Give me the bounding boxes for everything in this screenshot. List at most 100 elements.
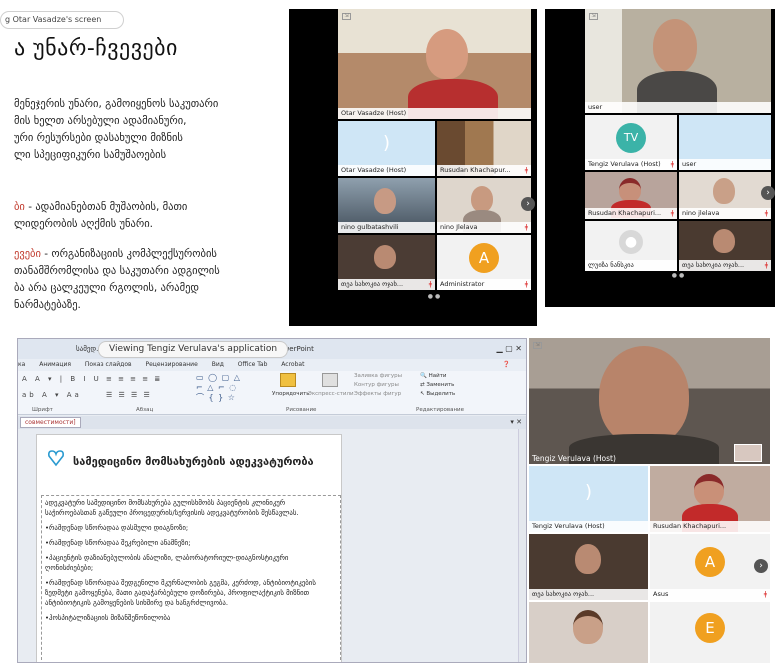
tile-name: თეა სახოკია ოჯახ... <box>529 589 648 600</box>
video-tile[interactable]: nino Jlelava ǂ <box>437 178 531 233</box>
person-head <box>619 178 641 202</box>
viewing-application-banner[interactable]: Viewing Tengiz Verulava's application <box>98 341 289 358</box>
ribbon-group-label: Редактирование <box>416 407 464 413</box>
mic-muted-icon: ǂ <box>524 166 528 174</box>
slide-title: ა უნარ-ჩვევები <box>14 36 178 61</box>
audio-tile[interactable]: user <box>679 115 771 170</box>
document-tab[interactable]: совместимости] <box>20 417 81 428</box>
person-head <box>573 610 603 644</box>
video-tile-main[interactable]: ⇲ Otar Vasadze (Host) <box>338 9 531 119</box>
video-tile[interactable]: Rusudan Khachapuri... ǂ <box>585 172 677 219</box>
tile-name: Rusudan Khachapuri... <box>650 521 770 532</box>
quick-styles-icon[interactable] <box>322 373 338 387</box>
ribbon-tab[interactable]: Показ слайдов <box>85 361 132 368</box>
slide-line: ბა არა ცალკეული რგოლის, არამედ <box>14 282 200 294</box>
next-page-arrow-icon[interactable]: › <box>761 186 775 200</box>
slide-paragraph-3: ევები - ორგანიზაციის კომპლექსურობის თანა… <box>14 246 220 314</box>
video-tile[interactable]: თეა სახოკია ოჯახ... ǂ <box>338 235 435 290</box>
avatar-tile[interactable]: A Administrator ǂ <box>437 235 531 290</box>
close-icon[interactable]: ▾ ✕ <box>510 416 522 429</box>
ribbon-tab[interactable]: ка <box>18 361 25 368</box>
participants-panel-a: ⇲ Otar Vasadze (Host) ) Otar Vasadze (Ho… <box>289 9 537 326</box>
font-tools[interactable]: A A ▾ | B I U <box>22 375 102 383</box>
audio-tile[interactable]: ) Tengiz Verulava (Host) <box>529 466 648 532</box>
font-format-tools[interactable]: ab A ▾ Aa <box>22 391 82 399</box>
replace-label: Заменить <box>426 382 455 388</box>
person-head <box>471 186 493 212</box>
select-label: Выделить <box>426 391 456 397</box>
person-head <box>599 346 689 446</box>
select-button[interactable]: ↖ Выделить <box>420 391 455 397</box>
replace-button[interactable]: ⇄ Заменить <box>420 382 454 388</box>
paragraph-align-tools[interactable]: ☰ ☰ ☰ ☰ <box>106 391 152 399</box>
vertical-scrollbar[interactable] <box>518 429 526 662</box>
shape-fill-button[interactable]: Заливка фигуры <box>354 373 402 379</box>
arrange-icon[interactable] <box>280 373 296 387</box>
tile-name: თეა სახოკია ოჯახ... <box>338 279 435 290</box>
slide-paragraph-2: ბი - ადამიანებთან მუშაობის, მათი ლიდერობ… <box>14 199 187 233</box>
shared-slide: ა უნარ-ჩვევები მენეჯერის უნარი, გამოიყენ… <box>0 0 288 330</box>
shape-outline-button[interactable]: Контур фигуры <box>354 382 399 388</box>
find-button[interactable]: 🔍 Найти <box>420 373 446 379</box>
tile-name: Rusudan Khachapuri... <box>585 208 677 219</box>
ribbon-tab[interactable]: Acrobat <box>281 361 304 368</box>
ribbon-tab[interactable]: Рецензирование <box>145 361 197 368</box>
slide-line: თანამშრომლისა და საკუთარი ადგილის <box>14 265 220 277</box>
slide-heading: სამედიცინო მომსახურების ადეკვატურობა <box>73 455 314 468</box>
avatar-tile[interactable]: TV Tengiz Verulava (Host) ǂ <box>585 115 677 170</box>
audio-tile[interactable]: ) Otar Vasadze (Host) <box>338 121 435 176</box>
paragraph-tools[interactable]: ≡ ≡ ≡ ≡ ≣ <box>106 375 162 383</box>
video-tile[interactable] <box>529 602 648 663</box>
ribbon-group-label: Шрифт <box>32 407 53 413</box>
tile-name: nino Jlelava <box>437 222 531 233</box>
tile-name: user <box>679 159 771 170</box>
mic-muted-icon: ǂ <box>670 209 674 217</box>
video-tile[interactable]: თეა სახოკია ოჯახ... <box>529 534 648 600</box>
video-tile[interactable]: Rusudan Khachapuri... <box>650 466 770 532</box>
video-tile[interactable]: Rusudan Khachapur... ǂ <box>437 121 531 176</box>
participants-panel-b: ⇲ user TV Tengiz Verulava (Host) ǂ user … <box>545 9 775 307</box>
ribbon-tab[interactable]: Анимация <box>39 361 71 368</box>
ribbon-tab[interactable]: Вид <box>212 361 224 368</box>
avatar: E <box>695 612 725 643</box>
mic-muted-icon: ǂ <box>764 261 768 269</box>
quick-styles-button[interactable]: Экспресс-стили <box>308 391 354 397</box>
screen-share-banner[interactable]: g Otar Vasadze's screen <box>0 11 124 29</box>
page-dots[interactable]: ● ● <box>428 293 440 300</box>
video-tile[interactable]: nino jlelava ǂ <box>679 172 771 219</box>
tile-name: Otar Vasadze (Host) <box>338 108 531 119</box>
video-tile[interactable]: თეა სახოკია ოჯახ... ǂ <box>679 221 771 271</box>
video-tile[interactable]: nino gulbatashvili <box>338 178 435 233</box>
window-controls[interactable]: ▁ ▢ ✕ <box>497 339 523 359</box>
audio-wave-icon: ) <box>584 481 593 503</box>
slide-paragraph-1: მენეჯერის უნარი, გამოიყენოს საკუთარი მის… <box>14 96 218 164</box>
tile-name: Asus <box>650 589 770 600</box>
ribbon-tab[interactable]: Office Tab <box>238 361 268 368</box>
shapes-gallery[interactable]: ▭ ◯ ▢ △ ⌐ △ ⌐ ◌ ⌒ { } ☆ <box>196 373 241 403</box>
person-head <box>374 188 396 214</box>
slide-line: ბი - ადამიანებთან მუშაობის, მათი <box>14 199 187 216</box>
ribbon-group-label: Рисование <box>286 407 317 413</box>
arrange-button[interactable]: Упорядочить <box>272 391 310 397</box>
video-tile-main[interactable]: ⇲ user <box>585 9 771 113</box>
shape-effects-button[interactable]: Эффекты фигур <box>354 391 401 397</box>
slide-line: მის ხელთ არსებული ადამიანური, <box>14 115 187 127</box>
find-label: Найти <box>428 373 447 379</box>
slide-textbox[interactable]: ადეკვატური სამედიცინო მომსახურება გულისხ… <box>41 495 341 662</box>
next-page-arrow-icon[interactable]: › <box>754 559 768 573</box>
avatar-tile[interactable]: E <box>650 602 770 663</box>
expand-icon[interactable]: ⇲ <box>589 13 598 20</box>
avatar-tile[interactable]: A Asus ǂ <box>650 534 770 600</box>
tile-name: user <box>585 102 771 113</box>
page-dots[interactable]: ● ● <box>672 272 684 279</box>
video-tile-main[interactable]: ⇲ Tengiz Verulava (Host) <box>529 338 770 464</box>
mic-muted-icon: ǂ <box>524 223 528 231</box>
help-icon[interactable]: ❓ <box>503 359 510 371</box>
expand-icon[interactable]: ⇲ <box>533 342 542 349</box>
person-head <box>426 29 468 79</box>
tile-name: Tengiz Verulava (Host) <box>532 454 616 463</box>
slide-line: ნარმატებაზე. <box>14 299 81 311</box>
avatar-tile[interactable]: ● ლუიზა ნანსკია <box>585 221 677 271</box>
expand-icon[interactable]: ⇲ <box>342 13 351 20</box>
next-page-arrow-icon[interactable]: › <box>521 197 535 211</box>
